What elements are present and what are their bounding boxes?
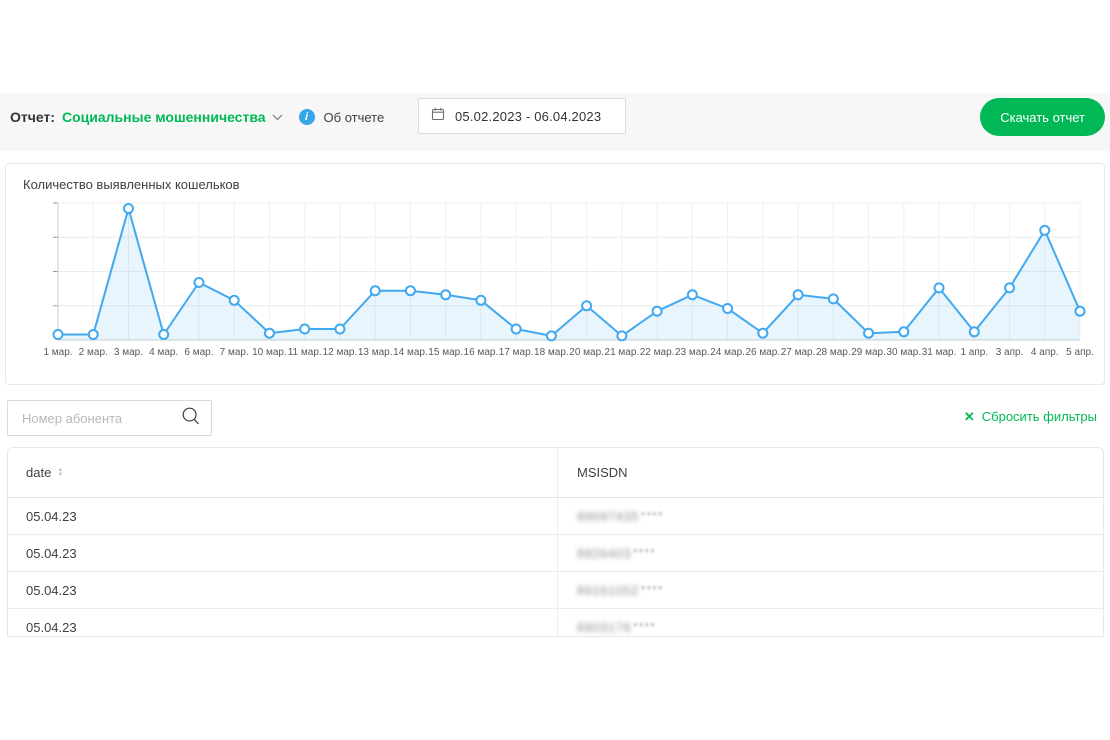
redacted-msisdn: 89161052: [577, 583, 639, 598]
table-header-row: date ▲▼ MSISDN: [8, 448, 1103, 498]
search-icon[interactable]: [181, 406, 201, 431]
svg-text:29 мар.: 29 мар.: [851, 347, 886, 358]
table-row[interactable]: 05.04.238903176****: [8, 609, 1103, 637]
table-row[interactable]: 05.04.2389161052****: [8, 572, 1103, 609]
chevron-down-icon: [272, 108, 283, 126]
report-label: Отчет:: [10, 109, 55, 125]
svg-text:16 мар.: 16 мар.: [464, 347, 499, 358]
cell-msisdn: 89161052****: [557, 583, 664, 598]
svg-text:4 апр.: 4 апр.: [1031, 347, 1059, 358]
chart-title: Количество выявленных кошельков: [23, 177, 1104, 192]
svg-text:12 мар.: 12 мар.: [323, 347, 358, 358]
date-range-value: 05.02.2023 - 06.04.2023: [455, 109, 601, 124]
svg-text:31 мар.: 31 мар.: [922, 347, 957, 358]
subscriber-search-box[interactable]: [7, 400, 212, 436]
svg-text:4 мар.: 4 мар.: [149, 347, 178, 358]
svg-text:3 апр.: 3 апр.: [996, 347, 1024, 358]
svg-text:2 мар.: 2 мар.: [79, 347, 108, 358]
svg-text:21 мар.: 21 мар.: [605, 347, 640, 358]
svg-text:15 мар.: 15 мар.: [428, 347, 463, 358]
subscriber-search-input[interactable]: [20, 410, 181, 427]
table-row[interactable]: 05.04.2389097435****: [8, 498, 1103, 535]
wallets-line-chart[interactable]: 1 мар. 2 мар. 3 мар. 4 мар. 6 мар. 7 мар.10 м…: [8, 194, 1102, 374]
redacted-msisdn-suffix: ****: [633, 620, 656, 634]
msisdn-column-label: MSISDN: [577, 465, 628, 480]
svg-text:26 мар.: 26 мар.: [745, 347, 780, 358]
wallets-chart-card: Количество выявленных кошельков 1 мар. 2 …: [5, 163, 1105, 385]
cell-msisdn: 8926403****: [557, 546, 656, 561]
table-body: 05.04.2389097435****05.04.238926403****0…: [8, 498, 1103, 637]
svg-text:7 мар.: 7 мар.: [220, 347, 249, 358]
redacted-msisdn-suffix: ****: [641, 509, 664, 523]
redacted-msisdn: 89097435: [577, 509, 639, 524]
date-column-label: date: [26, 465, 51, 480]
svg-text:23 мар.: 23 мар.: [675, 347, 710, 358]
calendar-icon: [431, 107, 445, 126]
report-type-value[interactable]: Социальные мошенничества: [62, 109, 266, 125]
svg-text:27 мар.: 27 мар.: [781, 347, 816, 358]
cell-date: 05.04.23: [8, 509, 557, 524]
svg-text:22 мар.: 22 мар.: [640, 347, 675, 358]
svg-text:10 мар.: 10 мар.: [252, 347, 287, 358]
about-report-link[interactable]: Об отчете: [324, 110, 385, 125]
redacted-msisdn: 8926403: [577, 546, 631, 561]
svg-text:17 мар.: 17 мар.: [499, 347, 534, 358]
svg-text:14 мар.: 14 мар.: [393, 347, 428, 358]
cell-date: 05.04.23: [8, 620, 557, 635]
close-icon: ✕: [964, 410, 975, 423]
svg-text:11 мар.: 11 мар.: [288, 347, 322, 358]
column-divider: [557, 448, 558, 636]
redacted-msisdn-suffix: ****: [641, 583, 664, 597]
svg-text:1 мар.: 1 мар.: [43, 347, 72, 358]
reset-filters-label: Сбросить фильтры: [982, 409, 1097, 424]
svg-text:20 мар.: 20 мар.: [569, 347, 604, 358]
redacted-msisdn: 8903176: [577, 620, 631, 635]
svg-text:28 мар.: 28 мар.: [816, 347, 851, 358]
cell-msisdn: 89097435****: [557, 509, 664, 524]
column-header-msisdn: MSISDN: [557, 465, 628, 480]
date-range-picker[interactable]: 05.02.2023 - 06.04.2023: [418, 98, 626, 134]
download-report-button[interactable]: Скачать отчет: [980, 98, 1105, 136]
table-row[interactable]: 05.04.238926403****: [8, 535, 1103, 572]
reset-filters-link[interactable]: ✕ Сбросить фильтры: [964, 409, 1097, 424]
svg-text:6 мар.: 6 мар.: [184, 347, 213, 358]
report-toolbar: Отчет: Социальные мошенничества i Об отч…: [0, 93, 1110, 151]
sort-icon[interactable]: ▲▼: [57, 468, 63, 478]
svg-text:30 мар.: 30 мар.: [886, 347, 921, 358]
svg-text:1 апр.: 1 апр.: [960, 347, 988, 358]
report-type-dropdown[interactable]: Социальные мошенничества: [62, 108, 283, 126]
info-icon[interactable]: i: [299, 109, 315, 125]
svg-text:18 мар.: 18 мар.: [534, 347, 569, 358]
cell-date: 05.04.23: [8, 583, 557, 598]
svg-text:3 мар.: 3 мар.: [114, 347, 143, 358]
column-header-date[interactable]: date ▲▼: [8, 465, 557, 480]
cell-date: 05.04.23: [8, 546, 557, 561]
svg-text:13 мар.: 13 мар.: [358, 347, 393, 358]
svg-text:24 мар.: 24 мар.: [710, 347, 745, 358]
svg-text:5 апр.: 5 апр.: [1066, 347, 1094, 358]
results-table: date ▲▼ MSISDN 05.04.2389097435****05.04…: [7, 447, 1104, 637]
cell-msisdn: 8903176****: [557, 620, 656, 635]
redacted-msisdn-suffix: ****: [633, 546, 656, 560]
